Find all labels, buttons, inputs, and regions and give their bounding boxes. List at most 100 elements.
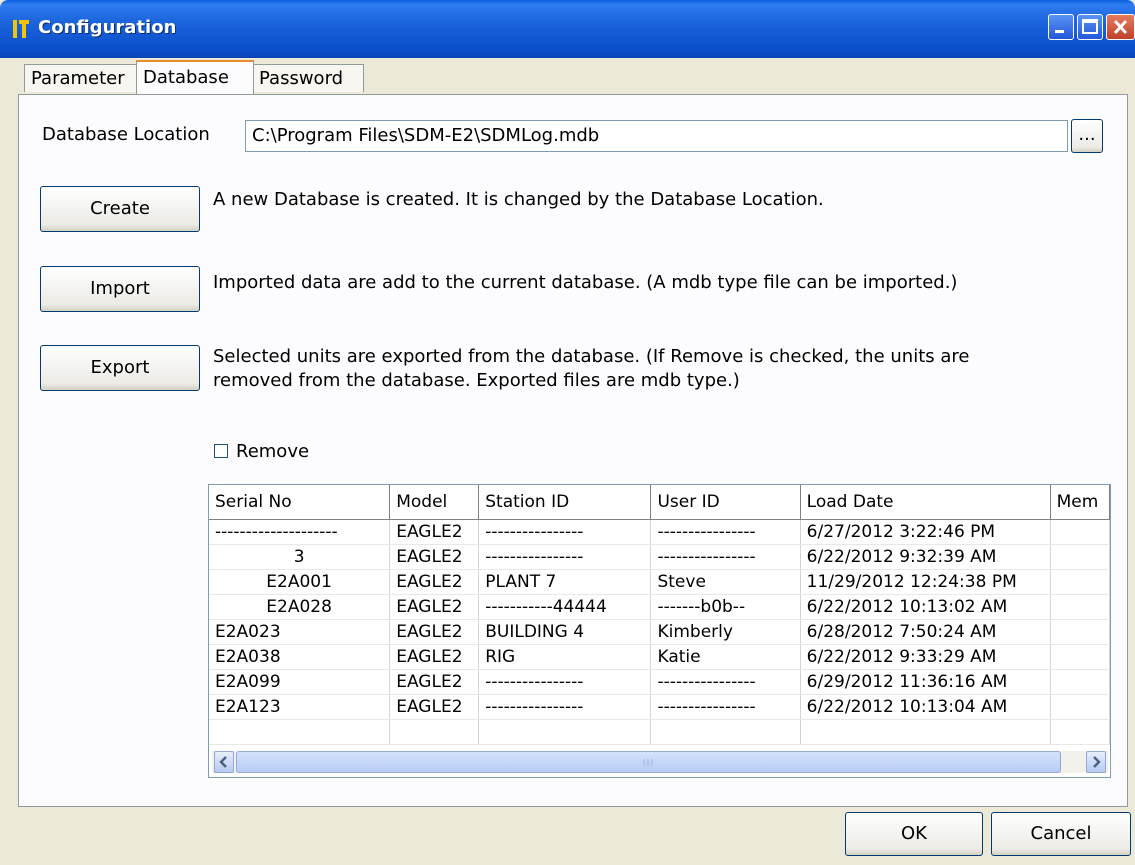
- cell-user-id: ----------------: [650, 519, 801, 545]
- remove-checkbox-label[interactable]: Remove: [236, 441, 309, 462]
- cell-load-date: 11/29/2012 12:24:38 PM: [800, 569, 1051, 595]
- table-row[interactable]: [209, 719, 1110, 745]
- title-bar[interactable]: Configuration: [0, 0, 1135, 58]
- cell-load-date: 6/22/2012 9:33:29 AM: [800, 644, 1051, 670]
- scroll-left-button[interactable]: [214, 751, 234, 773]
- horizontal-scrollbar[interactable]: [212, 751, 1108, 773]
- cell-station-id: PLANT 7: [478, 569, 652, 595]
- browse-button-label: ...: [1078, 124, 1096, 145]
- cell-model: EAGLE2: [389, 619, 480, 645]
- import-button-label: Import: [90, 278, 150, 299]
- table-row[interactable]: E2A028 EAGLE2 -----------44444 -------b0b--…: [209, 594, 1110, 620]
- units-table[interactable]: Serial No Model Station ID User ID Load …: [208, 484, 1111, 778]
- cell-serial-no: E2A001: [209, 569, 391, 595]
- column-header-serial-no[interactable]: Serial No: [209, 485, 391, 520]
- database-location-field[interactable]: C:\Program Files\SDM-E2\SDMLog.mdb: [245, 120, 1068, 152]
- table-row[interactable]: E2A023 EAGLE2 BUILDING 4 Kimberly 6/28/2012 …: [209, 619, 1110, 645]
- cell-mem: [1050, 669, 1110, 695]
- cell-model: EAGLE2: [389, 694, 480, 720]
- close-button[interactable]: [1106, 14, 1135, 40]
- cell-user-id: Kimberly: [650, 619, 801, 645]
- close-icon: [1113, 19, 1128, 35]
- export-button[interactable]: Export: [40, 345, 200, 391]
- cell-station-id: ----------------: [478, 669, 652, 695]
- tab-database[interactable]: Database: [136, 60, 254, 94]
- cell-serial-no: E2A099: [209, 669, 391, 695]
- cell-model: EAGLE2: [389, 519, 480, 545]
- column-header-user-id[interactable]: User ID: [650, 485, 801, 520]
- cell-load-date: 6/22/2012 9:32:39 AM: [800, 544, 1051, 570]
- cell-serial-no: E2A023: [209, 619, 391, 645]
- app-icon: [13, 20, 29, 38]
- cell-station-id: ----------------: [478, 694, 652, 720]
- import-button[interactable]: Import: [40, 266, 200, 312]
- cell-serial-no: 3: [209, 544, 391, 570]
- table-row[interactable]: E2A123 EAGLE2 ---------------- ------------…: [209, 694, 1110, 720]
- import-description: Imported data are add to the current dat…: [213, 272, 958, 293]
- cell-user-id: Steve: [650, 569, 801, 595]
- export-description-line-2: removed from the database. Exported file…: [213, 370, 740, 391]
- cell-mem: [1050, 544, 1110, 570]
- cancel-button-label: Cancel: [1030, 823, 1092, 844]
- cell-load-date: [800, 719, 1051, 745]
- cancel-button[interactable]: Cancel: [991, 812, 1131, 856]
- maximize-button[interactable]: [1077, 14, 1103, 40]
- tab-password[interactable]: Password: [252, 64, 364, 92]
- ok-button-label: OK: [901, 823, 927, 844]
- scroll-right-button[interactable]: [1086, 751, 1106, 773]
- database-location-label: Database Location: [42, 124, 210, 145]
- table-row[interactable]: -------------------- EAGLE2 --------------…: [209, 519, 1110, 545]
- minimize-button[interactable]: [1048, 14, 1074, 40]
- cell-load-date: 6/22/2012 10:13:04 AM: [800, 694, 1051, 720]
- cell-mem: [1050, 594, 1110, 620]
- cell-model: EAGLE2: [389, 544, 480, 570]
- cell-model: EAGLE2: [389, 644, 480, 670]
- column-header-mem[interactable]: Mem: [1050, 485, 1110, 520]
- create-description: A new Database is created. It is changed…: [213, 189, 824, 210]
- scroll-thumb[interactable]: [236, 751, 1061, 773]
- minimize-icon: [1055, 30, 1064, 33]
- cell-serial-no: E2A028: [209, 594, 391, 620]
- create-button-label: Create: [90, 198, 150, 219]
- table-row[interactable]: E2A038 EAGLE2 RIG Katie 6/22/2012 9:33:29 AM: [209, 644, 1110, 670]
- cell-user-id: ----------------: [650, 669, 801, 695]
- cell-load-date: 6/27/2012 3:22:46 PM: [800, 519, 1051, 545]
- table-row[interactable]: E2A099 EAGLE2 ---------------- ------------…: [209, 669, 1110, 695]
- tab-parameter[interactable]: Parameter: [24, 64, 138, 92]
- remove-checkbox[interactable]: [214, 444, 228, 458]
- cell-serial-no: [209, 719, 391, 745]
- cell-load-date: 6/28/2012 7:50:24 AM: [800, 619, 1051, 645]
- cell-model: EAGLE2: [389, 569, 480, 595]
- create-button[interactable]: Create: [40, 186, 200, 232]
- cell-load-date: 6/22/2012 10:13:02 AM: [800, 594, 1051, 620]
- cell-user-id: ----------------: [650, 544, 801, 570]
- cell-user-id: Katie: [650, 644, 801, 670]
- cell-model: EAGLE2: [389, 594, 480, 620]
- column-header-load-date[interactable]: Load Date: [800, 485, 1051, 520]
- grip-icon: [643, 759, 653, 766]
- cell-serial-no: E2A123: [209, 694, 391, 720]
- cell-station-id: RIG: [478, 644, 652, 670]
- chevron-left-icon: [219, 756, 227, 768]
- cell-mem: [1050, 569, 1110, 595]
- table-row[interactable]: 3 EAGLE2 ---------------- ---------------- 6…: [209, 544, 1110, 570]
- cell-station-id: [478, 719, 652, 745]
- cell-station-id: ----------------: [478, 544, 652, 570]
- cell-mem: [1050, 519, 1110, 545]
- cell-mem: [1050, 619, 1110, 645]
- table-row[interactable]: E2A001 EAGLE2 PLANT 7 Steve 11/29/2012 12:24…: [209, 569, 1110, 595]
- ok-button[interactable]: OK: [845, 812, 983, 856]
- cell-mem: [1050, 719, 1110, 745]
- cell-user-id: -------b0b--: [650, 594, 801, 620]
- column-header-model[interactable]: Model: [389, 485, 480, 520]
- units-table-body: -------------------- EAGLE2 --------------…: [209, 519, 1110, 745]
- table-header-row: Serial No Model Station ID User ID Load …: [209, 485, 1110, 520]
- units-table-content: Serial No Model Station ID User ID Load …: [209, 485, 1110, 745]
- window-title: Configuration: [38, 17, 177, 38]
- cell-mem: [1050, 644, 1110, 670]
- chevron-right-icon: [1093, 756, 1101, 768]
- cell-station-id: ----------------: [478, 519, 652, 545]
- browse-button[interactable]: ...: [1071, 119, 1103, 153]
- column-header-station-id[interactable]: Station ID: [478, 485, 652, 520]
- export-description: Selected units are exported from the dat…: [213, 345, 1093, 393]
